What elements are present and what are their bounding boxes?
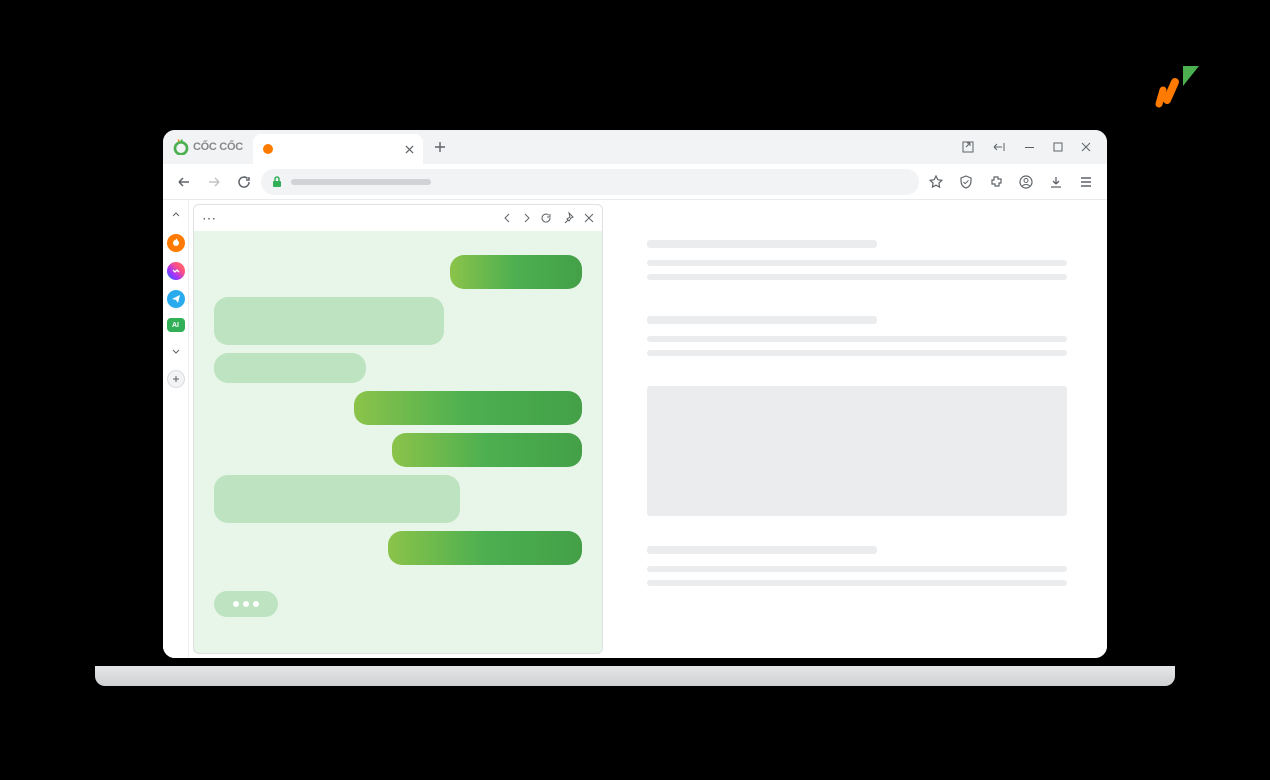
- chevron-right-icon: [522, 213, 530, 223]
- content-placeholder: [647, 240, 877, 248]
- restore-button[interactable]: [992, 141, 1006, 153]
- side-panel-menu-button[interactable]: ⋯: [202, 210, 217, 227]
- webpage-content: [607, 200, 1107, 658]
- reload-icon: [237, 175, 251, 189]
- nav-reload-button[interactable]: [231, 169, 257, 195]
- side-panel: ⋯: [193, 204, 603, 654]
- browser-logo: CỐC CỐC: [169, 139, 247, 155]
- chat-bubble-sent: [392, 433, 582, 467]
- chevron-up-icon: [172, 211, 180, 219]
- chat-bubble-sent: [354, 391, 582, 425]
- tab-title-placeholder: [281, 148, 397, 151]
- ai-icon-label: AI: [172, 322, 179, 329]
- sidebar-item-hot[interactable]: [167, 234, 185, 252]
- main-menu-button[interactable]: [1073, 169, 1099, 195]
- tab-favicon: [263, 144, 273, 154]
- downloads-button[interactable]: [1043, 169, 1069, 195]
- sidebar-item-ai[interactable]: AI: [167, 318, 185, 332]
- close-icon: [1081, 142, 1091, 152]
- decorative-spark: [1145, 60, 1205, 110]
- close-icon: [584, 213, 594, 223]
- external-window-icon: [962, 141, 974, 153]
- panel-pin-button[interactable]: [562, 212, 574, 224]
- sidebar-add-button[interactable]: [167, 370, 185, 388]
- forward-icon: [207, 175, 221, 189]
- star-icon: [929, 175, 943, 189]
- tab-close-button[interactable]: [405, 144, 415, 154]
- telegram-icon: [171, 294, 181, 304]
- nav-forward-button[interactable]: [201, 169, 227, 195]
- panel-nav-back-button[interactable]: [504, 213, 512, 223]
- profile-button[interactable]: [1013, 169, 1039, 195]
- panel-reload-button[interactable]: [540, 212, 552, 224]
- minimize-button[interactable]: [1024, 141, 1035, 153]
- restore-icon: [992, 142, 1006, 152]
- content-placeholder: [647, 566, 1067, 572]
- url-placeholder: [291, 179, 431, 185]
- chat-thread: [194, 231, 602, 653]
- downloads-icon: [1049, 175, 1063, 189]
- laptop-base: [95, 666, 1175, 686]
- reload-icon: [540, 212, 552, 224]
- shield-button[interactable]: [953, 169, 979, 195]
- back-icon: [177, 175, 191, 189]
- content-placeholder: [647, 580, 1067, 586]
- plus-icon: [171, 374, 181, 384]
- maximize-icon: [1053, 142, 1063, 152]
- chevron-down-icon: [172, 347, 180, 355]
- browser-logo-text: CỐC CỐC: [193, 141, 243, 153]
- extensions-icon: [989, 175, 1003, 189]
- content-placeholder: [647, 316, 877, 324]
- pin-icon: [562, 212, 574, 224]
- open-external-button[interactable]: [962, 141, 974, 153]
- content-placeholder: [647, 350, 1067, 356]
- browser-toolbar: [163, 164, 1107, 200]
- window-controls: [962, 141, 1101, 153]
- shield-icon: [959, 175, 973, 189]
- sidebar-expand-button[interactable]: [167, 342, 185, 360]
- new-tab-button[interactable]: [429, 136, 451, 158]
- maximize-button[interactable]: [1053, 141, 1063, 153]
- content-image-placeholder: [647, 386, 1067, 516]
- extensions-button[interactable]: [983, 169, 1009, 195]
- sidebar-item-telegram[interactable]: [167, 290, 185, 308]
- sidebar-rail: AI: [163, 200, 189, 658]
- content-placeholder: [647, 336, 1067, 342]
- menu-icon: [1079, 175, 1093, 189]
- panel-close-button[interactable]: [584, 213, 594, 223]
- chat-bubble-received: [214, 475, 460, 523]
- content-placeholder: [647, 274, 1067, 280]
- minimize-icon: [1024, 142, 1035, 153]
- browser-window: CỐC CỐC: [163, 130, 1107, 658]
- coccoc-logo-icon: [173, 139, 189, 155]
- messenger-icon: [171, 266, 181, 276]
- chat-bubble-received: [214, 353, 366, 383]
- fire-icon: [171, 238, 181, 248]
- title-bar: CỐC CỐC: [163, 130, 1107, 164]
- laptop-frame: CỐC CỐC: [155, 122, 1115, 686]
- chat-bubble-sent: [388, 531, 582, 565]
- bookmark-button[interactable]: [923, 169, 949, 195]
- profile-icon: [1019, 175, 1033, 189]
- nav-back-button[interactable]: [171, 169, 197, 195]
- chevron-left-icon: [504, 213, 512, 223]
- plus-icon: [434, 141, 446, 153]
- panel-nav-forward-button[interactable]: [522, 213, 530, 223]
- sidebar-item-messenger[interactable]: [167, 262, 185, 280]
- browser-tab-active[interactable]: [253, 134, 423, 164]
- side-panel-toolbar: ⋯: [194, 205, 602, 231]
- content-placeholder: [647, 260, 1067, 266]
- typing-indicator: [214, 591, 278, 617]
- content-area: AI ⋯: [163, 200, 1107, 658]
- lock-icon: [271, 176, 283, 188]
- window-close-button[interactable]: [1081, 141, 1091, 153]
- content-placeholder: [647, 546, 877, 554]
- chat-bubble-sent: [450, 255, 582, 289]
- sidebar-collapse-button[interactable]: [167, 206, 185, 224]
- address-bar[interactable]: [261, 169, 919, 195]
- chat-bubble-received: [214, 297, 444, 345]
